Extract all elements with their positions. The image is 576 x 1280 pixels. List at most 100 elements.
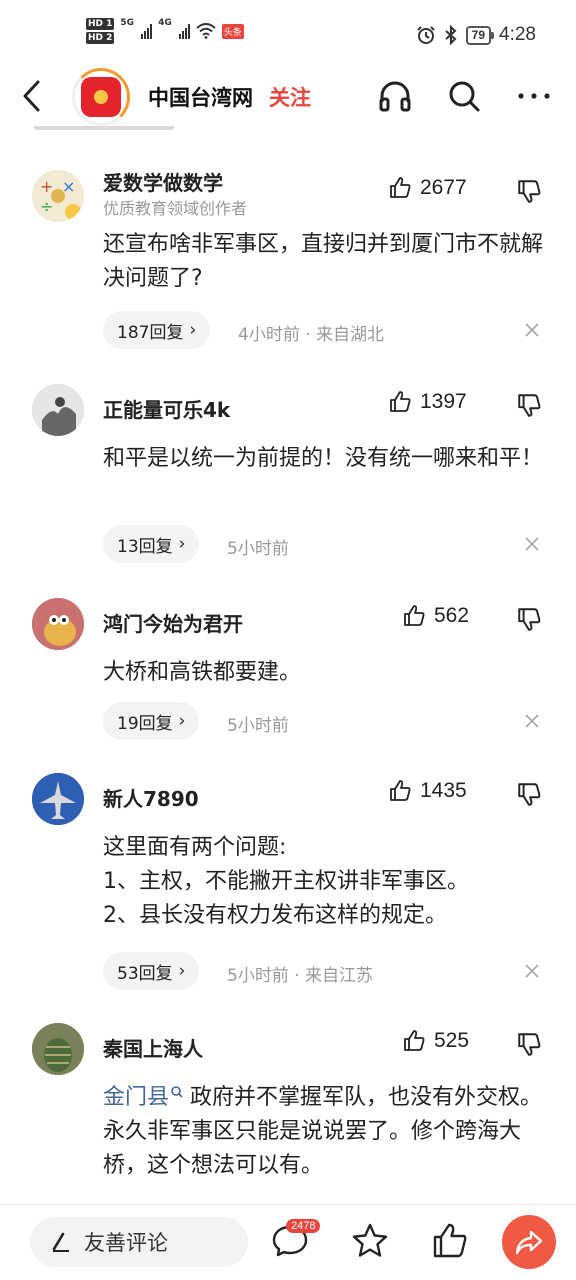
comment-author[interactable]: 秦国上海人 [103,1033,203,1062]
reply-count: 187回复 [117,322,184,343]
like-count: 562 [434,604,470,627]
avatar[interactable] [32,598,84,650]
chevron-right-icon: › [178,711,186,731]
status-right: 79 4:28 [416,24,536,46]
reply-count: 13回复 [117,536,173,557]
more-icon[interactable] [516,78,552,114]
comment-meta: 5小时前 · 来自江苏 [227,966,374,986]
thumb-down-icon[interactable] [516,392,542,418]
comment-item: + × ÷ 爱数学做数学 优质教育领域创作者 2677 还宣布啥非军事区，直接归… [0,150,576,364]
like-count: 1397 [420,390,467,413]
thumb-up-icon [404,1030,425,1051]
search-icon [171,1086,183,1098]
like-button[interactable]: 562 [402,604,469,628]
network-4g-label: 4G [158,18,172,28]
like-button[interactable]: 525 [402,1029,469,1053]
comment-text: 大桥和高铁都要建。 [103,660,302,685]
header: 中国台湾网 关注 [0,66,576,126]
svg-text:÷: ÷ [40,197,53,216]
close-icon[interactable] [524,963,540,979]
like-count: 1435 [420,779,467,802]
close-icon[interactable] [524,536,540,552]
comment-meta: 5小时前 [227,716,289,736]
thumb-up-icon[interactable] [430,1221,470,1261]
thumb-down-icon[interactable] [516,781,542,807]
bluetooth-icon [444,25,457,45]
bottom-bar: 友善评论 2478 [0,1204,576,1280]
comment-text: 和平是以统一为前提的！没有统一哪来和平！ [103,446,544,471]
headphones-icon[interactable] [377,78,413,114]
comment-author[interactable]: 新人7890 [103,783,199,812]
comment-text: 还宣布啥非军事区，直接归并到厦门市不就解决问题了? [103,232,544,291]
clipped-heading [0,126,576,136]
thumb-up-icon [390,177,411,198]
comment-item: 正能量可乐4k 1397 和平是以统一为前提的！没有统一哪来和平！ 13回复 ›… [0,364,576,578]
toutiao-badge: 头条 [221,23,244,39]
thumb-up-icon [390,780,411,801]
hd1-indicator: HD 1 [86,18,115,30]
site-name[interactable]: 中国台湾网 [148,82,253,112]
wifi-icon [196,23,216,39]
battery-indicator: 79 [465,25,495,45]
reply-count: 53回复 [117,963,173,984]
comment-item: 新人7890 1435 这里面有两个问题: 1、主权，不能撇开主权讲非军事区。 … [0,753,576,1003]
comment-meta: 5小时前 [227,539,289,559]
reply-button[interactable]: 19回复 › [103,702,200,740]
author-title: 优质教育领域创作者 [103,199,248,218]
avatar[interactable] [32,773,84,825]
thumb-down-icon[interactable] [516,1031,542,1057]
back-icon[interactable] [20,78,44,114]
comment-author[interactable]: 鸿门今始为君开 [103,608,243,637]
like-button[interactable]: 1397 [388,390,467,414]
like-count: 525 [434,1029,470,1052]
alarm-icon [416,26,435,44]
comment-item: 鸿门今始为君开 562 大桥和高铁都要建。 19回复 › 5小时前 [0,578,576,753]
star-icon[interactable] [350,1221,390,1261]
comment-input[interactable]: 友善评论 [30,1217,248,1267]
chevron-right-icon: › [189,320,197,340]
thumb-down-icon[interactable] [516,606,542,632]
comment-text: 金门县 政府并不掌握军队，也没有外交权。永久非军事区只能是说说罢了。修个跨海大桥，… [103,1081,553,1183]
keyword-link[interactable]: 金门县 [103,1085,169,1110]
network-5g-label: 5G [120,18,135,28]
search-icon[interactable] [446,78,482,114]
comment-line: 2、县长没有权力发布这样的规定。 [103,903,447,928]
hd-indicators: HD 1 HD 2 [86,18,115,44]
reply-button[interactable]: 187回复 › [103,311,211,349]
avatar[interactable] [32,1023,84,1075]
close-icon[interactable] [524,713,540,729]
clock: 4:28 [499,24,536,45]
close-icon[interactable] [524,322,540,338]
reply-button[interactable]: 53回复 › [103,952,200,990]
comment-author[interactable]: 正能量可乐4k [103,394,230,423]
hd2-indicator: HD 2 [86,32,115,44]
share-button[interactable] [502,1215,556,1269]
site-avatar[interactable] [72,68,130,126]
comment-line: 1、主权，不能撇开主权讲非军事区。 [103,869,469,894]
site-logo [81,77,121,117]
signal-icon [178,23,190,39]
reply-count: 19回复 [117,713,173,734]
reply-button[interactable]: 13回复 › [103,525,200,563]
avatar[interactable]: + × ÷ [32,170,84,222]
comment-meta: 4小时前 · 来自湖北 [238,325,385,345]
chevron-right-icon: › [178,961,186,981]
comment-item: 秦国上海人 525 金门县 政府并不掌握军队，也没有外交权。永久非军事区只能是说说… [0,1003,576,1203]
thumb-up-icon [390,391,411,412]
status-left: HD 1 HD 2 5G 4G 头条 [86,18,244,44]
comment-author[interactable]: 爱数学做数学 [103,167,223,196]
thumb-down-icon[interactable] [516,178,542,204]
thumb-up-icon [404,605,425,626]
follow-button[interactable]: 关注 [269,82,311,112]
avatar[interactable] [32,384,84,436]
share-icon [515,1230,543,1255]
svg-text:+: + [40,177,53,196]
pen-icon [52,1232,69,1252]
like-button[interactable]: 2677 [388,176,467,200]
comment-input-label: 友善评论 [84,1231,168,1255]
comment-list: + × ÷ 爱数学做数学 优质教育领域创作者 2677 还宣布啥非军事区，直接归… [0,150,576,1203]
like-button[interactable]: 1435 [388,779,467,803]
status-bar: HD 1 HD 2 5G 4G 头条 79 4:28 [0,0,576,70]
comment-line: 这里面有两个问题: [103,835,287,860]
signal-icon [141,23,153,39]
